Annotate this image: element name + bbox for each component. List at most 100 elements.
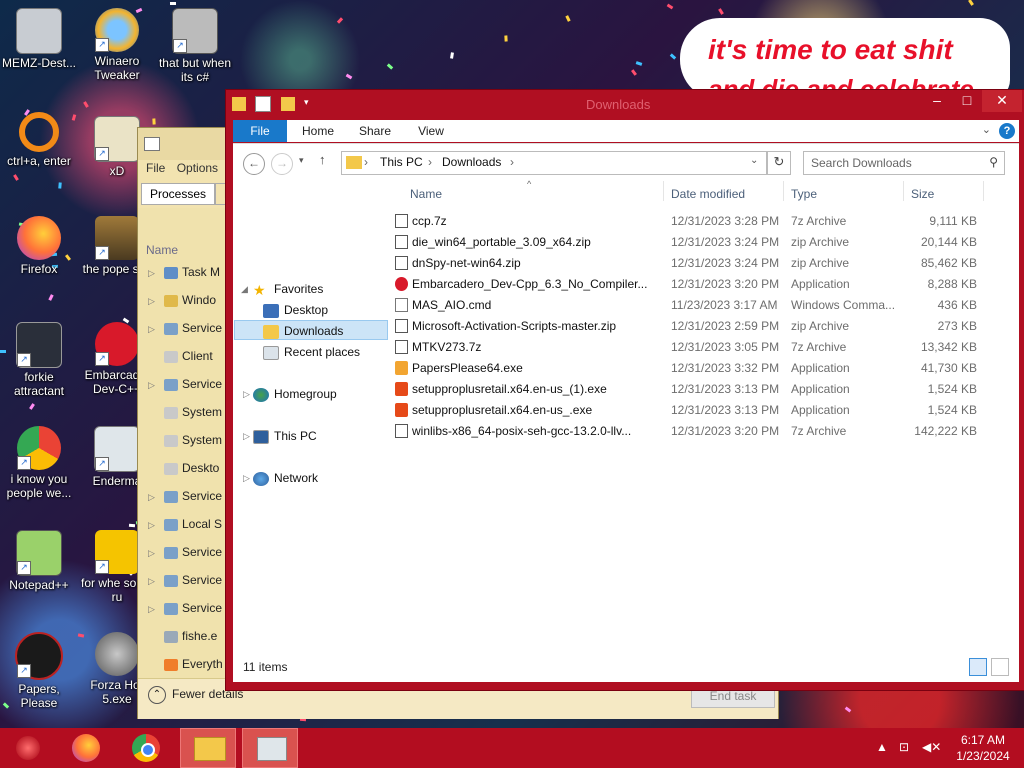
file-row[interactable]: die_win64_portable_3.09_x64.zip 12/31/202… — [391, 232, 1019, 253]
confetti-piece — [58, 182, 62, 189]
menu-file[interactable]: File — [146, 161, 165, 175]
file-row[interactable]: Microsoft-Activation-Scripts-master.zip 1… — [391, 316, 1019, 337]
system-clock[interactable]: 6:17 AM 1/23/2024 — [948, 732, 1018, 764]
maximize-button[interactable]: □ — [952, 90, 982, 112]
breadcrumb-this-pc[interactable]: This PC — [380, 155, 423, 169]
desktop-icon-firefox[interactable]: Firefox — [0, 216, 78, 276]
file-row[interactable]: MTKV273.7z 12/31/2023 3:05 PM 7z Archive 13… — [391, 337, 1019, 358]
tab-view[interactable]: View — [413, 120, 449, 142]
file-row[interactable]: setupproplusretail.x64.en-us_(1).exe 12/3… — [391, 379, 1019, 400]
refresh-button[interactable]: ↻ — [767, 151, 791, 175]
column-divider[interactable] — [983, 181, 984, 201]
cmd-file-icon — [395, 298, 408, 312]
column-divider[interactable] — [663, 181, 664, 201]
forward-button[interactable]: → — [271, 153, 293, 175]
desktop-icon-ctrl-a[interactable]: ctrl+a, enter — [0, 112, 78, 168]
menu-options[interactable]: Options — [177, 161, 218, 175]
nav-downloads[interactable]: Downloads — [234, 320, 388, 340]
file-row[interactable]: Embarcadero_Dev-Cpp_6.3_No_Compiler... 12… — [391, 274, 1019, 295]
search-input[interactable]: Search Downloads — [811, 156, 912, 170]
tab-processes[interactable]: Processes — [141, 183, 216, 205]
file-name: winlibs-x86_64-posix-seh-gcc-13.2.0-llv.… — [412, 424, 632, 438]
desktop-icon-chrome-shortcut[interactable]: ↗ i know you people we... — [0, 426, 78, 500]
desktop-icon-forkie[interactable]: ↗ forkie attractant — [0, 322, 78, 398]
nav-recent-places[interactable]: Recent places — [263, 342, 360, 362]
network-status-icon[interactable]: ⊡ — [899, 740, 909, 754]
column-header-name[interactable]: Name — [146, 243, 178, 257]
network-expand-icon[interactable]: ▷ — [243, 468, 250, 488]
taskbar-file-explorer[interactable] — [180, 728, 236, 768]
thispc-expand-icon[interactable]: ▷ — [243, 426, 250, 446]
new-folder-icon[interactable] — [280, 97, 295, 111]
file-type: Application — [791, 382, 850, 396]
favorites-expand-icon[interactable]: ◢ — [241, 279, 248, 299]
column-header-name[interactable]: Name — [410, 187, 442, 201]
shortcut-arrow-icon: ↗ — [95, 38, 109, 52]
clock-time: 6:17 AM — [960, 733, 1006, 747]
large-icons-view-button[interactable] — [991, 658, 1009, 676]
address-dropdown-icon[interactable]: ⌄ — [750, 155, 758, 166]
expand-arrow-icon[interactable]: ▷ — [148, 520, 158, 531]
image-file-icon: ↗ — [95, 216, 139, 260]
file-row[interactable]: setupproplusretail.x64.en-us_.exe 12/31/2… — [391, 400, 1019, 421]
desktop-icon-that-but-when[interactable]: ↗ that but when its c# — [156, 8, 234, 84]
explorer-titlebar[interactable]: ▾ Downloads – □ ✕ — [226, 90, 1024, 120]
help-icon[interactable]: ? — [999, 123, 1015, 139]
column-divider[interactable] — [903, 181, 904, 201]
minimize-button[interactable]: – — [922, 90, 952, 112]
breadcrumb-downloads[interactable]: Downloads — [442, 155, 501, 169]
up-button[interactable]: ↑ — [319, 152, 326, 167]
expand-ribbon-icon[interactable]: ⌄ — [982, 123, 991, 136]
desktop-icon-papers-please[interactable]: ↗ Papers, Please — [0, 632, 78, 710]
back-button[interactable]: ← — [243, 153, 265, 175]
taskbar-firefox[interactable] — [60, 728, 116, 768]
expand-arrow-icon[interactable]: ▷ — [148, 548, 158, 559]
file-row[interactable]: winlibs-x86_64-posix-seh-gcc-13.2.0-llv.… — [391, 421, 1019, 442]
tab-share[interactable]: Share — [355, 120, 395, 142]
column-header-date[interactable]: Date modified — [671, 187, 745, 201]
tab-file[interactable]: File — [233, 120, 287, 142]
details-view-button[interactable] — [969, 658, 987, 676]
explorer-window[interactable]: ▾ Downloads – □ ✕ File Home Share View ⌄… — [225, 89, 1024, 691]
column-divider[interactable] — [783, 181, 784, 201]
taskbar-chrome[interactable] — [120, 728, 176, 768]
nav-this-pc[interactable]: This PC — [253, 426, 317, 446]
expand-arrow-icon[interactable]: ▷ — [148, 380, 158, 391]
expand-arrow-icon[interactable]: ▷ — [148, 604, 158, 615]
volume-muted-icon[interactable]: ◀✕ — [922, 740, 941, 754]
properties-icon[interactable] — [255, 96, 272, 112]
nav-network[interactable]: Network — [253, 468, 318, 488]
show-hidden-icons-icon[interactable]: ▲ — [876, 740, 888, 754]
close-button[interactable]: ✕ — [982, 90, 1022, 112]
devcpp-file-icon — [395, 277, 408, 291]
nav-favorites[interactable]: ★ Favorites — [253, 279, 323, 299]
file-name: PapersPlease64.exe — [412, 361, 523, 375]
expand-arrow-icon[interactable]: ▷ — [148, 324, 158, 335]
column-header-size[interactable]: Size — [911, 187, 934, 201]
homegroup-expand-icon[interactable]: ▷ — [243, 384, 250, 404]
expand-arrow-icon[interactable]: ▷ — [148, 492, 158, 503]
file-row[interactable]: dnSpy-net-win64.zip 12/31/2023 3:24 PM zip… — [391, 253, 1019, 274]
file-name: Embarcadero_Dev-Cpp_6.3_No_Compiler... — [412, 277, 647, 291]
file-row[interactable]: PapersPlease64.exe 12/31/2023 3:32 PM Appl… — [391, 358, 1019, 379]
recent-locations-icon[interactable]: ▾ — [299, 155, 304, 166]
desktop-icon-notepadpp[interactable]: ↗ Notepad++ — [0, 530, 78, 592]
column-header-type[interactable]: Type — [791, 187, 817, 201]
nav-homegroup[interactable]: Homegroup — [253, 384, 337, 404]
file-row[interactable]: ccp.7z 12/31/2023 3:28 PM 7z Archive 9,111 … — [391, 211, 1019, 232]
desktop-icon-memz[interactable]: MEMZ-Dest... — [0, 8, 78, 70]
desktop-icon-winaero[interactable]: ↗ Winaero Tweaker — [78, 8, 156, 82]
search-box[interactable]: Search Downloads ⚲ — [803, 151, 1005, 175]
taskbar-task-manager[interactable] — [242, 728, 298, 768]
file-type: Windows Comma... — [791, 298, 896, 312]
file-row[interactable]: MAS_AIO.cmd 11/23/2023 3:17 AM Windows Com… — [391, 295, 1019, 316]
nav-desktop[interactable]: Desktop — [263, 300, 328, 320]
folder-icon[interactable] — [232, 97, 246, 111]
start-button[interactable] — [4, 728, 60, 768]
expand-arrow-icon[interactable]: ▷ — [148, 296, 158, 307]
expand-arrow-icon[interactable]: ▷ — [148, 576, 158, 587]
chevron-down-icon[interactable]: ▾ — [304, 97, 314, 111]
address-bar[interactable]: › This PC › Downloads › ⌄ — [341, 151, 767, 175]
tab-home[interactable]: Home — [295, 120, 341, 142]
expand-arrow-icon[interactable]: ▷ — [148, 268, 158, 279]
